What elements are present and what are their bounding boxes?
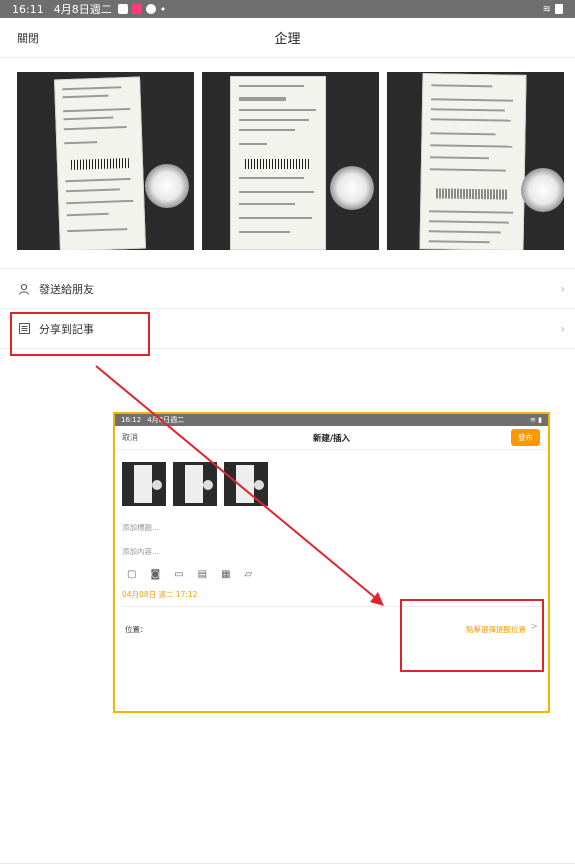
video-icon[interactable]: ▭ [174, 569, 183, 580]
photo-thumbnail[interactable] [202, 72, 379, 250]
embedded-header: 取消 新建/插入 發布 [115, 426, 548, 450]
wifi-icon: ≋ [542, 3, 551, 15]
gallery-icon[interactable]: ▤ [198, 569, 207, 580]
close-button[interactable]: 關閉 [17, 30, 39, 46]
status-bar: 16:11 4月8日週二 • ≋ [0, 0, 575, 18]
embedded-status-date: 4月8日週二 [147, 416, 185, 424]
embedded-title: 新建/插入 [312, 433, 351, 444]
app-icon [131, 4, 142, 14]
wifi-icon: ≋ ▮ [530, 416, 542, 424]
highlight-box-share [10, 312, 150, 356]
lamp-shape [521, 168, 564, 212]
cancel-button[interactable]: 取消 [122, 432, 138, 443]
content-input[interactable]: 添加內容... [122, 546, 159, 557]
page-header: 關閉 企理 [0, 18, 575, 58]
embedded-photo-thumbnail[interactable] [122, 462, 166, 506]
highlight-box-location [400, 599, 544, 672]
lamp-shape [330, 166, 374, 210]
template-icon[interactable]: ▦ [221, 569, 230, 580]
chevron-right-icon: › [560, 321, 565, 336]
photo-thumbnail[interactable] [17, 72, 194, 250]
lamp-shape [145, 164, 189, 208]
gallery-icon [117, 4, 128, 14]
embedded-photo-thumbnail[interactable] [173, 462, 217, 506]
page-title: 企理 [274, 32, 301, 47]
status-time: 16:11 [12, 2, 44, 16]
battery-icon [555, 4, 563, 14]
embedded-status-bar: 16:12 4月8日週二 ≋ ▮ [115, 414, 548, 426]
publish-button[interactable]: 發布 [511, 429, 540, 446]
photo-grid [17, 72, 564, 250]
person-icon [17, 283, 31, 295]
photo-thumbnail[interactable] [387, 72, 564, 250]
status-date: 4月8日週二 [53, 3, 112, 16]
bottom-divider [0, 863, 575, 864]
embedded-screenshot: 16:12 4月8日週二 ≋ ▮ 取消 新建/插入 發布 添加標題... 添加內… [113, 412, 550, 713]
chevron-right-icon: › [560, 281, 565, 296]
send-to-friend-row[interactable]: 發送給朋友 › [0, 268, 575, 308]
folder-icon[interactable]: ▱ [245, 569, 253, 580]
embedded-status-time: 16:12 [121, 416, 142, 424]
receipt-image [419, 73, 527, 250]
location-label: 位置： [125, 625, 148, 634]
compass-icon [145, 4, 156, 14]
status-dot: • [159, 2, 167, 16]
receipt-image [54, 76, 146, 250]
status-notification-icons: • [117, 2, 167, 16]
camera-icon[interactable]: ◙ [150, 569, 160, 580]
embedded-photo-thumbnail[interactable] [224, 462, 268, 506]
send-to-friend-label: 發送給朋友 [39, 282, 94, 296]
receipt-image [230, 76, 326, 250]
embedded-toolbar: ▢ ◙ ▭ ▤ ▦ ▱ [127, 569, 252, 580]
reminder-datetime[interactable]: 04月08日 週二 17:12 [122, 589, 197, 600]
status-right: ≋ [543, 4, 563, 15]
checklist-icon[interactable]: ▢ [127, 569, 136, 580]
title-input[interactable]: 添加標題... [122, 522, 159, 533]
embedded-photo-strip [122, 462, 268, 506]
